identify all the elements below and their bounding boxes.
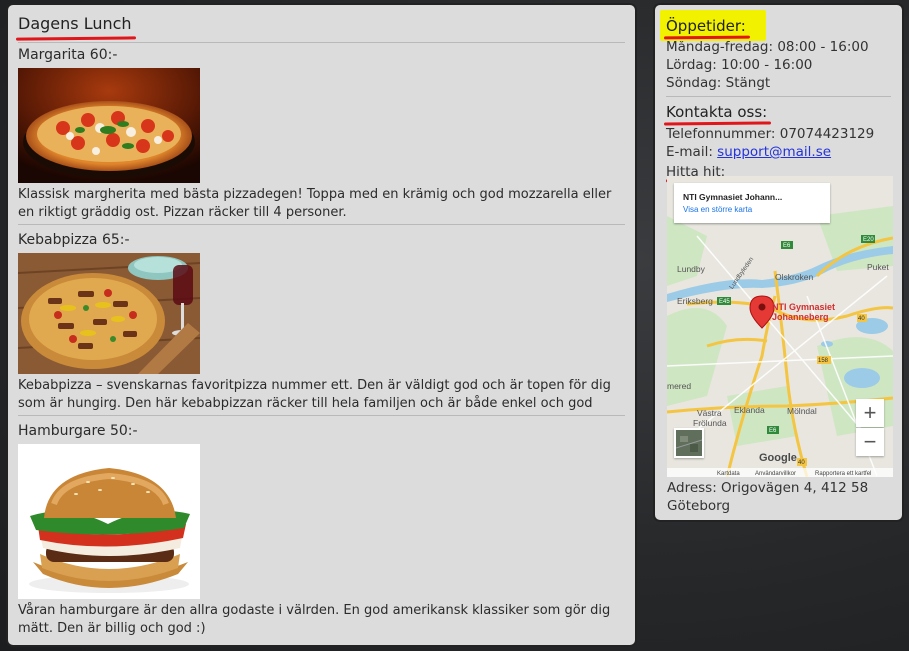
map-attribution: Användarvillkor: [755, 471, 796, 477]
google-map[interactable]: Lundby Olskroken Puket Eriksberg mered V…: [667, 176, 893, 477]
road-label: 158: [818, 358, 829, 364]
contact-heading: Kontakta oss:: [663, 102, 772, 126]
map-place-label: Lundby: [677, 264, 706, 274]
road-label: 40: [858, 316, 865, 322]
satellite-icon: [675, 430, 703, 456]
info-panel: Öppetider: Måndag-fredag: 08:00 - 16:00 …: [653, 3, 904, 522]
hours-row: Lördag: 10:00 - 16:00: [666, 57, 813, 73]
hours-row: Söndag: Stängt: [666, 75, 771, 91]
zoom-in-button[interactable]: +: [856, 399, 884, 427]
email-row: E-mail: support@mail.se: [666, 143, 891, 161]
satellite-toggle-button[interactable]: [674, 428, 704, 458]
dish-item: Hamburgare 50:- Våran hamburgare är den …: [18, 422, 625, 640]
marker-label: NTI Gymnasiet: [772, 302, 835, 312]
map-card-title: NTI Gymnasiet Johann...: [683, 192, 783, 202]
divider: [666, 96, 891, 97]
margherita-pizza-image: [18, 68, 200, 183]
map-place-label: Eklanda: [734, 405, 765, 415]
dish-description: Klassisk margherita med bästa pizzadegen…: [18, 187, 612, 220]
email-link[interactable]: support@mail.se: [717, 144, 831, 160]
address-text: Adress: Origovägen 4, 412 58 Göteborg: [667, 480, 869, 514]
road-label: E45: [719, 299, 730, 305]
divider: [18, 224, 625, 225]
road-label: 40: [798, 460, 805, 466]
divider: [18, 415, 625, 416]
map-place-label: Puket: [867, 262, 889, 272]
email-label: E-mail:: [666, 144, 713, 160]
lunch-panel: Dagens Lunch Margarita 60:- Klassisk mar…: [6, 3, 637, 647]
hours-heading: Öppetider:: [660, 10, 766, 41]
larger-map-link[interactable]: Visa en större karta: [674, 202, 830, 214]
dish-item: Kebabpizza 65:- Kebabpizza – svenskarnas…: [18, 231, 625, 415]
hours-title: Öppetider:: [666, 17, 746, 35]
dish-description: Kebabpizza – svenskarnas favoritpizza nu…: [18, 378, 611, 411]
lunch-title: Dagens Lunch: [18, 14, 132, 33]
google-logo: Google: [759, 452, 797, 464]
dish-item: Margarita 60:- Klassisk margherita med b…: [18, 46, 625, 224]
dish-name: Hamburgare 50:-: [18, 423, 138, 439]
contact-title: Kontakta oss:: [666, 103, 768, 121]
road-label: E20: [863, 237, 874, 243]
map-place-label: Mölndal: [787, 406, 817, 416]
lunch-heading: Dagens Lunch: [15, 13, 136, 41]
map-place-card: NTI Gymnasiet Johann... Visa en större k…: [674, 183, 830, 223]
divider: [18, 42, 625, 43]
map-attribution: Kartdata: [717, 471, 740, 477]
dish-name: Margarita 60:-: [18, 47, 118, 63]
map-place-label: Eriksberg: [677, 296, 713, 306]
phone-text: Telefonnummer: 07074423129: [666, 126, 875, 142]
hamburger-image: [18, 444, 200, 599]
map-place-label: mered: [667, 381, 691, 391]
road-label: E6: [769, 428, 777, 434]
heading-underline: [15, 36, 136, 41]
map-place-label: Frölunda: [693, 418, 727, 428]
map-attribution: Rapportera ett kartfel: [815, 471, 871, 477]
map-place-label: Västra: [697, 408, 722, 418]
dish-name: Kebabpizza 65:-: [18, 232, 130, 248]
kebab-pizza-image: [18, 253, 200, 374]
map-place-label: Olskroken: [775, 272, 814, 282]
road-label: E6: [783, 243, 791, 249]
zoom-out-button[interactable]: −: [856, 428, 884, 456]
dish-description: Våran hamburgare är den allra godaste i …: [18, 603, 611, 636]
marker-label: Johanneberg: [772, 312, 829, 322]
